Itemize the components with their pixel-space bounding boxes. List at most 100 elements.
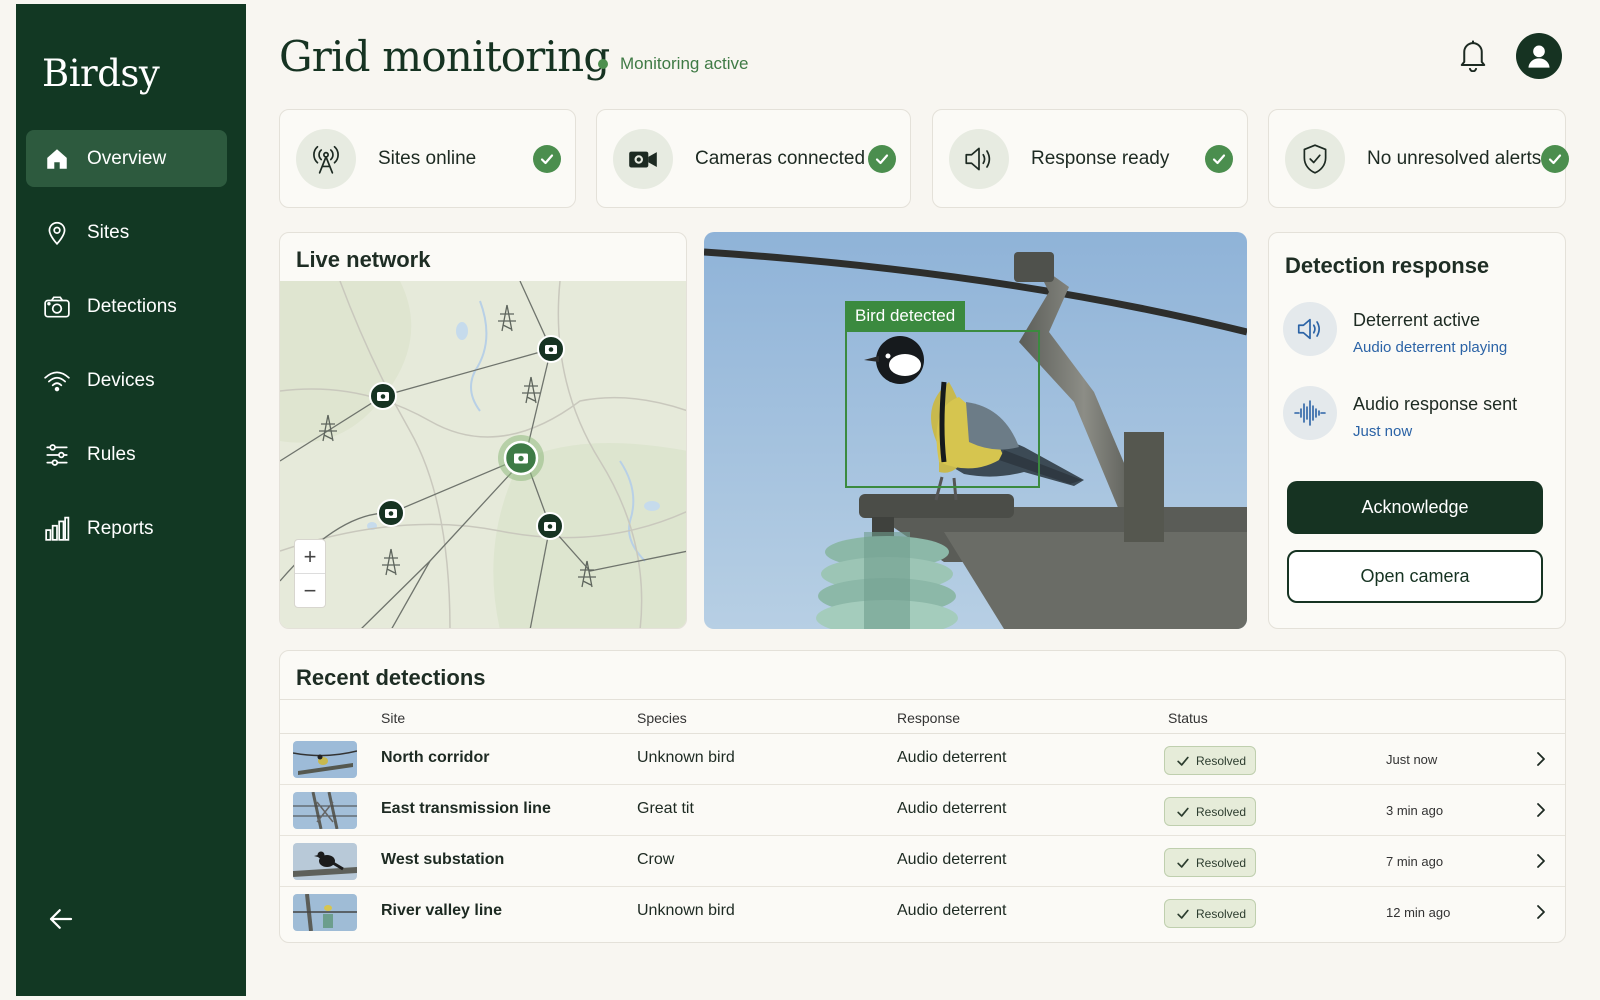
recent-detections-card: Recent detections Site Species Response … (279, 650, 1566, 943)
row-time: 12 min ago (1386, 905, 1451, 920)
live-network-card: Live network + − (279, 232, 687, 629)
chevron-right-icon[interactable] (1532, 903, 1550, 921)
network-map[interactable]: + − (280, 281, 686, 628)
sidebar-item-label: Devices (87, 369, 155, 391)
detection-thumbnail (293, 843, 357, 880)
sidebar-nav: Overview Sites Detections Devices Rules (26, 130, 227, 574)
user-avatar[interactable] (1516, 33, 1562, 79)
deterrent-status: Deterrent active Audio deterrent playing (1283, 302, 1507, 356)
deterrent-subtitle: Audio deterrent playing (1353, 339, 1508, 356)
status-badge: Resolved (1164, 797, 1256, 826)
sidebar-item-label: Overview (87, 147, 167, 169)
row-time: 3 min ago (1386, 803, 1444, 818)
status-text: Resolved (1196, 855, 1247, 870)
stat-label: Cameras connected (695, 147, 866, 169)
sidebar-item-devices[interactable]: Devices (26, 352, 227, 409)
user-icon (1528, 45, 1550, 68)
check-icon (1177, 858, 1189, 868)
table-row[interactable]: North corridor Unknown bird Audio deterr… (280, 734, 1565, 785)
sidebar-item-label: Rules (87, 443, 136, 465)
chevron-right-icon[interactable] (1532, 852, 1550, 870)
collapse-sidebar-button[interactable] (46, 904, 78, 936)
row-species: Great tit (637, 800, 694, 817)
row-species: Unknown bird (637, 902, 735, 919)
brand-logo: Birdsy (42, 52, 160, 95)
stat-card-cameras-connected: Cameras connected (596, 109, 911, 208)
table-row[interactable]: East transmission line Great tit Audio d… (280, 785, 1565, 836)
row-response: Audio deterrent (897, 749, 1007, 766)
table-row[interactable]: River valley line Unknown bird Audio det… (280, 887, 1565, 938)
monitoring-status: Monitoring active (598, 54, 749, 74)
table-row[interactable]: West substation Crow Audio deterrent Res… (280, 836, 1565, 887)
row-site: River valley line (381, 902, 502, 919)
recent-detections-title: Recent detections (296, 665, 486, 690)
sidebar-item-sites[interactable]: Sites (26, 204, 227, 261)
detection-response-card: Detection response Deterrent active Audi… (1268, 232, 1566, 629)
sidebar-item-label: Reports (87, 517, 154, 539)
sidebar-item-overview[interactable]: Overview (26, 130, 227, 187)
row-species: Unknown bird (637, 749, 735, 766)
detection-label: Bird detected (845, 301, 966, 331)
camera-icon (43, 293, 71, 321)
home-icon (43, 145, 71, 173)
acknowledge-button[interactable]: Acknowledge (1287, 481, 1543, 534)
check-icon (533, 144, 561, 173)
check-icon (1177, 756, 1189, 766)
speaker-icon (1283, 302, 1337, 356)
speaker-icon (949, 128, 1009, 189)
stat-label: No unresolved alerts (1367, 147, 1542, 169)
zoom-in-button[interactable]: + (295, 540, 325, 574)
detection-thumbnail (293, 894, 357, 931)
stat-card-sites-online: Sites online (279, 109, 576, 208)
zoom-out-button[interactable]: − (295, 574, 325, 608)
status-badge: Resolved (1164, 899, 1256, 928)
row-response: Audio deterrent (897, 800, 1007, 817)
status-badge: Resolved (1164, 746, 1256, 775)
chevron-right-icon[interactable] (1532, 750, 1550, 768)
wifi-icon (43, 367, 71, 395)
detection-thumbnail (293, 741, 357, 778)
notifications-button[interactable] (1458, 38, 1490, 74)
check-icon (1205, 144, 1233, 173)
sidebar-item-label: Detections (87, 295, 177, 317)
soundwave-icon (1283, 386, 1337, 440)
sidebar: Birdsy Overview Sites Detections Devices (16, 4, 246, 996)
sidebar-item-detections[interactable]: Detections (26, 278, 227, 335)
row-response: Audio deterrent (897, 902, 1007, 919)
open-camera-button[interactable]: Open camera (1287, 550, 1543, 603)
sidebar-item-rules[interactable]: Rules (26, 426, 227, 483)
column-header-site: Site (381, 710, 406, 726)
sliders-icon (43, 441, 71, 469)
shield-check-icon (1285, 128, 1345, 189)
status-text: Resolved (1196, 753, 1247, 768)
row-site: West substation (381, 851, 505, 868)
column-header-status: Status (1168, 710, 1208, 726)
antenna-icon (296, 128, 356, 189)
check-icon (1177, 909, 1189, 919)
row-time: Just now (1386, 752, 1438, 767)
audio-response-subtitle: Just now (1353, 423, 1413, 440)
detection-response-title: Detection response (1285, 253, 1490, 278)
row-time: 7 min ago (1386, 854, 1444, 869)
status-text: Resolved (1196, 804, 1247, 819)
row-site: North corridor (381, 749, 490, 766)
stat-card-response-ready: Response ready (932, 109, 1248, 208)
stat-label: Sites online (378, 147, 477, 169)
column-header-species: Species (637, 710, 687, 726)
row-response: Audio deterrent (897, 851, 1007, 868)
camera-feed[interactable]: Bird detected (704, 232, 1247, 629)
bell-icon (1460, 40, 1486, 72)
page-title: Grid monitoring (279, 32, 610, 81)
chevron-right-icon[interactable] (1532, 801, 1550, 819)
bar-chart-icon (43, 515, 71, 543)
row-site: East transmission line (381, 800, 551, 817)
status-badge: Resolved (1164, 848, 1256, 877)
sidebar-item-label: Sites (87, 221, 130, 243)
arrow-left-icon (49, 909, 73, 929)
live-network-title: Live network (296, 247, 431, 272)
detection-bounding-box (845, 330, 1040, 488)
stat-card-no-unresolved-alerts: No unresolved alerts (1268, 109, 1570, 208)
sidebar-item-reports[interactable]: Reports (26, 500, 227, 557)
map-pin-icon (43, 219, 71, 247)
column-header-response: Response (897, 710, 961, 726)
